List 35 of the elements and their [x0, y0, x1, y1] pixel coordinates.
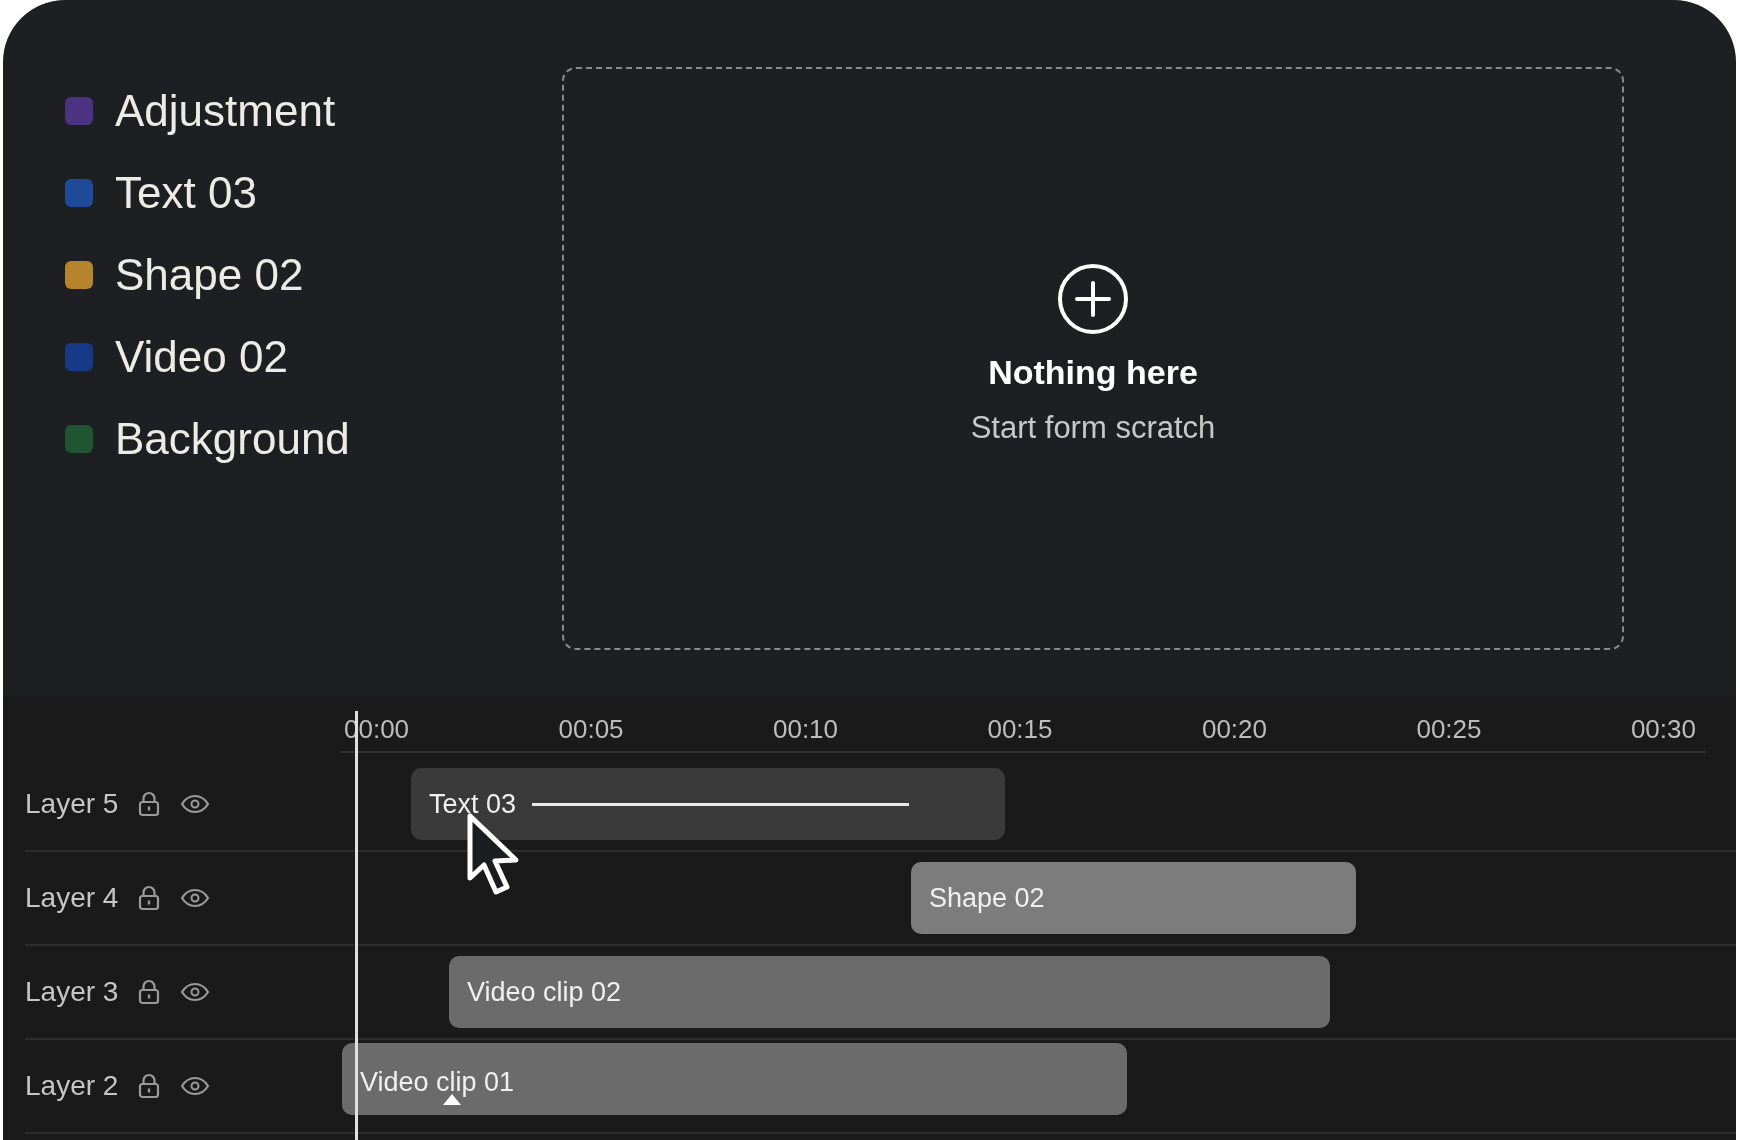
- legend-label: Text 03: [115, 168, 257, 218]
- time-tick: 00:20: [1201, 714, 1267, 745]
- clip-label: Text 03: [429, 788, 517, 820]
- legend-label: Adjustment: [115, 86, 336, 136]
- empty-dropzone[interactable]: Nothing here Start form scratch: [562, 67, 1624, 650]
- layer-name: Layer 4: [25, 882, 119, 914]
- eye-icon[interactable]: [180, 1076, 211, 1096]
- legend-label: Background: [115, 414, 350, 464]
- clip-label: Video clip 02: [467, 976, 622, 1008]
- add-icon[interactable]: [1057, 263, 1129, 335]
- legend-label: Video 02: [115, 332, 288, 382]
- time-tick: 00:25: [1416, 714, 1482, 745]
- clip-label: Shape 02: [929, 882, 1045, 914]
- layer-name: Layer 3: [25, 976, 119, 1008]
- lock-icon[interactable]: [138, 1073, 161, 1099]
- empty-title: Nothing here: [988, 353, 1198, 392]
- eye-icon[interactable]: [180, 794, 211, 814]
- timeline-clip[interactable]: Text 03: [411, 768, 1005, 840]
- layer-name: Layer 5: [25, 788, 119, 820]
- time-tick: 00:30: [1630, 714, 1696, 745]
- lock-icon[interactable]: [138, 791, 161, 817]
- clip-label: Video clip 01: [360, 1067, 515, 1097]
- lock-icon[interactable]: [138, 979, 161, 1005]
- empty-subtitle: Start form scratch: [970, 410, 1216, 446]
- layer-name: Layer 2: [25, 1070, 119, 1102]
- eye-icon[interactable]: [180, 982, 211, 1002]
- timeline-clip[interactable]: Video clip 02: [449, 956, 1330, 1028]
- lock-icon[interactable]: [138, 885, 161, 911]
- time-tick: 00:05: [558, 714, 624, 745]
- time-tick: 00:15: [987, 714, 1053, 745]
- legend-label: Shape 02: [115, 250, 304, 300]
- time-tick: 00:10: [772, 714, 839, 745]
- timeline-clip[interactable]: Video clip 01: [342, 1043, 1127, 1115]
- timeline-clip[interactable]: Shape 02: [911, 862, 1356, 934]
- eye-icon[interactable]: [180, 888, 211, 908]
